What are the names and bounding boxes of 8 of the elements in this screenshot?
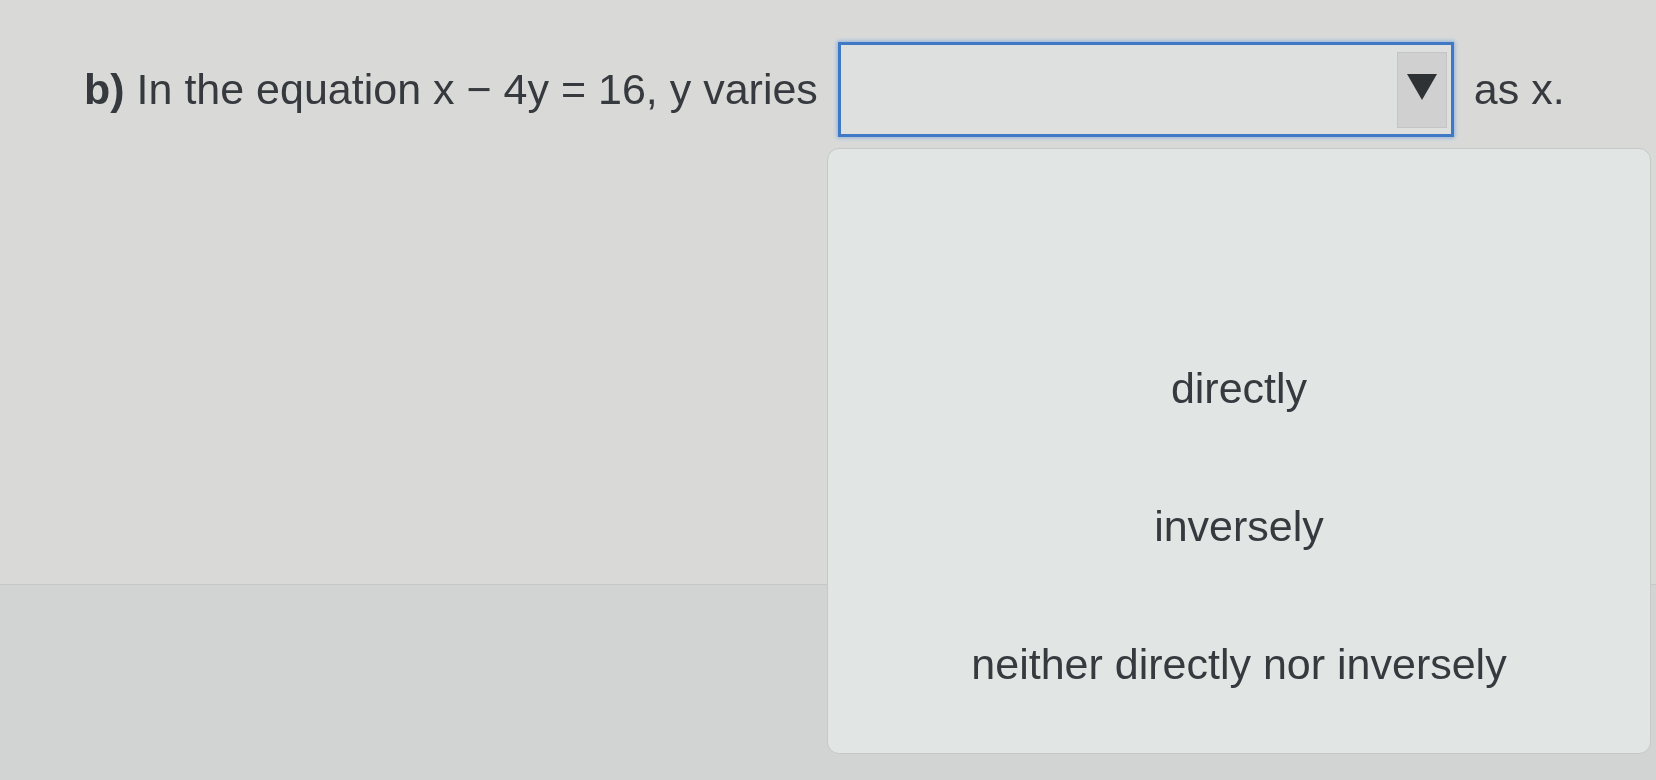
caret-icon (1396, 51, 1447, 128)
question-text-end: as x. (1473, 65, 1565, 114)
dropdown-option[interactable]: inversely (1148, 501, 1330, 551)
question-text: In the equation x − 4y = 16, y varies (136, 65, 818, 114)
dropdown-option[interactable]: directly (1164, 363, 1314, 413)
answer-dropdown[interactable] (837, 42, 1454, 137)
dropdown-option[interactable]: neither directly nor inversely (965, 639, 1513, 689)
question-number: b) (84, 65, 125, 114)
